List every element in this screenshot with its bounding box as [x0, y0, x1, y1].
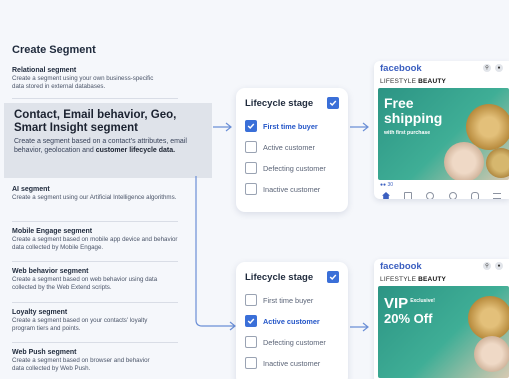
highlight-title: Contact, Email behavior, Geo, Smart Insi… — [14, 109, 177, 134]
checkbox-unchecked[interactable] — [245, 183, 257, 195]
facebook-logo: facebook — [380, 260, 422, 272]
option-inactive-customer[interactable]: Inactive customer — [245, 354, 339, 372]
segment-mobile-engage[interactable]: Mobile Engage segment Create a segment b… — [12, 228, 200, 251]
card-title: Lifecycle stage — [245, 97, 314, 109]
segment-loyalty[interactable]: Loyalty segment Create a segment based o… — [12, 309, 200, 332]
segment-title: AI segment — [12, 186, 50, 193]
brand-name: LIFESTYLE BEAUTY — [380, 276, 447, 283]
highlight-desc-bold: customer lifecycle data. — [95, 146, 176, 154]
checkbox-unchecked[interactable] — [245, 141, 257, 153]
segment-description: Create a segment based on web behavior u… — [12, 276, 158, 291]
option-active-customer[interactable]: Active customer — [245, 138, 339, 156]
messenger-icon[interactable]: ● — [495, 64, 503, 72]
segment-title: Loyalty segment — [12, 309, 68, 316]
home-icon[interactable] — [382, 192, 390, 199]
highlight-description: Create a segment based on a contact's at… — [14, 138, 202, 156]
divider — [12, 302, 178, 303]
ad-tag: Exclusive! — [410, 298, 435, 304]
segment-title: Relational segment — [12, 67, 77, 74]
option-label: Defecting customer — [263, 337, 326, 347]
segment-title: Web behavior segment — [12, 268, 89, 275]
arrow-right-icon — [213, 122, 232, 132]
search-icon[interactable]: ⚲ — [483, 64, 491, 72]
check-icon[interactable] — [327, 97, 339, 109]
option-label: Active customer — [263, 316, 320, 326]
lifecycle-card-first: Lifecycle stage First time buyer Active … — [236, 88, 348, 212]
divider — [12, 221, 178, 222]
ad-headline: VIP Exclusive! 20% Off — [384, 295, 435, 326]
checkbox-unchecked[interactable] — [245, 357, 257, 369]
ad-headline: Free shipping — [384, 95, 443, 126]
checkbox-unchecked[interactable] — [245, 162, 257, 174]
segment-description: Create a segment based on mobile app dev… — [12, 236, 178, 251]
divider — [12, 342, 178, 343]
messenger-icon[interactable]: ● — [495, 262, 503, 270]
ad-creative[interactable]: VIP Exclusive! 20% Off — [378, 286, 509, 378]
ad-subline: with first purchase — [384, 130, 431, 136]
option-defecting-customer[interactable]: Defecting customer — [245, 159, 339, 177]
segment-description: Create a segment based on your contacts'… — [12, 317, 148, 332]
product-image — [444, 142, 484, 180]
option-label: Defecting customer — [263, 163, 326, 173]
checkbox-unchecked[interactable] — [245, 294, 257, 306]
marketplace-icon[interactable] — [404, 192, 413, 199]
product-image — [468, 296, 509, 340]
segment-relational[interactable]: Relational segment Create a segment usin… — [12, 67, 200, 90]
facebook-logo: facebook — [380, 62, 422, 74]
option-label: Active customer — [263, 142, 315, 152]
divider — [12, 98, 178, 99]
arrow-right-icon — [350, 322, 369, 332]
brand-name: LIFESTYLE BEAUTY — [380, 78, 447, 85]
segment-web-push[interactable]: Web Push segment Create a segment based … — [12, 349, 200, 372]
facebook-ad-preview-first: facebook ⚲ ● LIFESTYLE BEAUTY Free shippi… — [374, 61, 509, 199]
checkbox-unchecked[interactable] — [245, 336, 257, 348]
segment-contact-highlighted[interactable]: Contact, Email behavior, Geo, Smart Insi… — [4, 103, 212, 178]
option-inactive-customer[interactable]: Inactive customer — [245, 180, 339, 198]
segment-web-behavior[interactable]: Web behavior segment Create a segment ba… — [12, 268, 200, 291]
notifications-icon[interactable] — [470, 192, 479, 199]
option-active-customer[interactable]: Active customer — [245, 312, 339, 330]
segment-description: Create a segment using our Artificial In… — [12, 194, 177, 201]
option-first-time-buyer[interactable]: First time buyer — [245, 117, 339, 135]
check-icon[interactable] — [327, 271, 339, 283]
ad-creative[interactable]: Free shipping with first purchase — [378, 88, 509, 180]
groups-icon[interactable] — [448, 192, 457, 199]
product-image — [486, 148, 509, 178]
reaction-count: ●● 30 — [380, 182, 393, 188]
search-icon[interactable]: ⚲ — [483, 262, 491, 270]
segment-title: Web Push segment — [12, 349, 77, 356]
arrow-right-icon — [350, 122, 369, 132]
segment-title: Mobile Engage segment — [12, 228, 93, 235]
profile-icon[interactable] — [426, 192, 435, 199]
card-title: Lifecycle stage — [245, 271, 314, 283]
product-image — [474, 336, 509, 372]
checkbox-checked[interactable] — [245, 120, 257, 132]
divider — [12, 261, 178, 262]
lifecycle-card-second: Lifecycle stage First time buyer Active … — [236, 262, 348, 379]
option-label: Inactive customer — [263, 358, 321, 368]
option-label: First time buyer — [263, 295, 314, 305]
arrow-down-right-icon — [195, 176, 236, 331]
segment-ai[interactable]: AI segment Create a segment using our Ar… — [12, 186, 200, 202]
segment-description: Create a segment based on browser and be… — [12, 357, 150, 372]
segment-description: Create a segment using your own business… — [12, 75, 154, 90]
facebook-ad-preview-second: facebook ⚲ ● LIFESTYLE BEAUTY VIP Exclusi… — [374, 259, 509, 379]
page-title: Create Segment — [12, 44, 96, 56]
facebook-nav-bar — [374, 190, 509, 199]
menu-icon[interactable] — [492, 193, 501, 199]
checkbox-checked[interactable] — [245, 315, 257, 327]
option-label: Inactive customer — [263, 184, 321, 194]
option-first-time-buyer[interactable]: First time buyer — [245, 291, 339, 309]
option-defecting-customer[interactable]: Defecting customer — [245, 333, 339, 351]
option-label: First time buyer — [263, 121, 318, 131]
